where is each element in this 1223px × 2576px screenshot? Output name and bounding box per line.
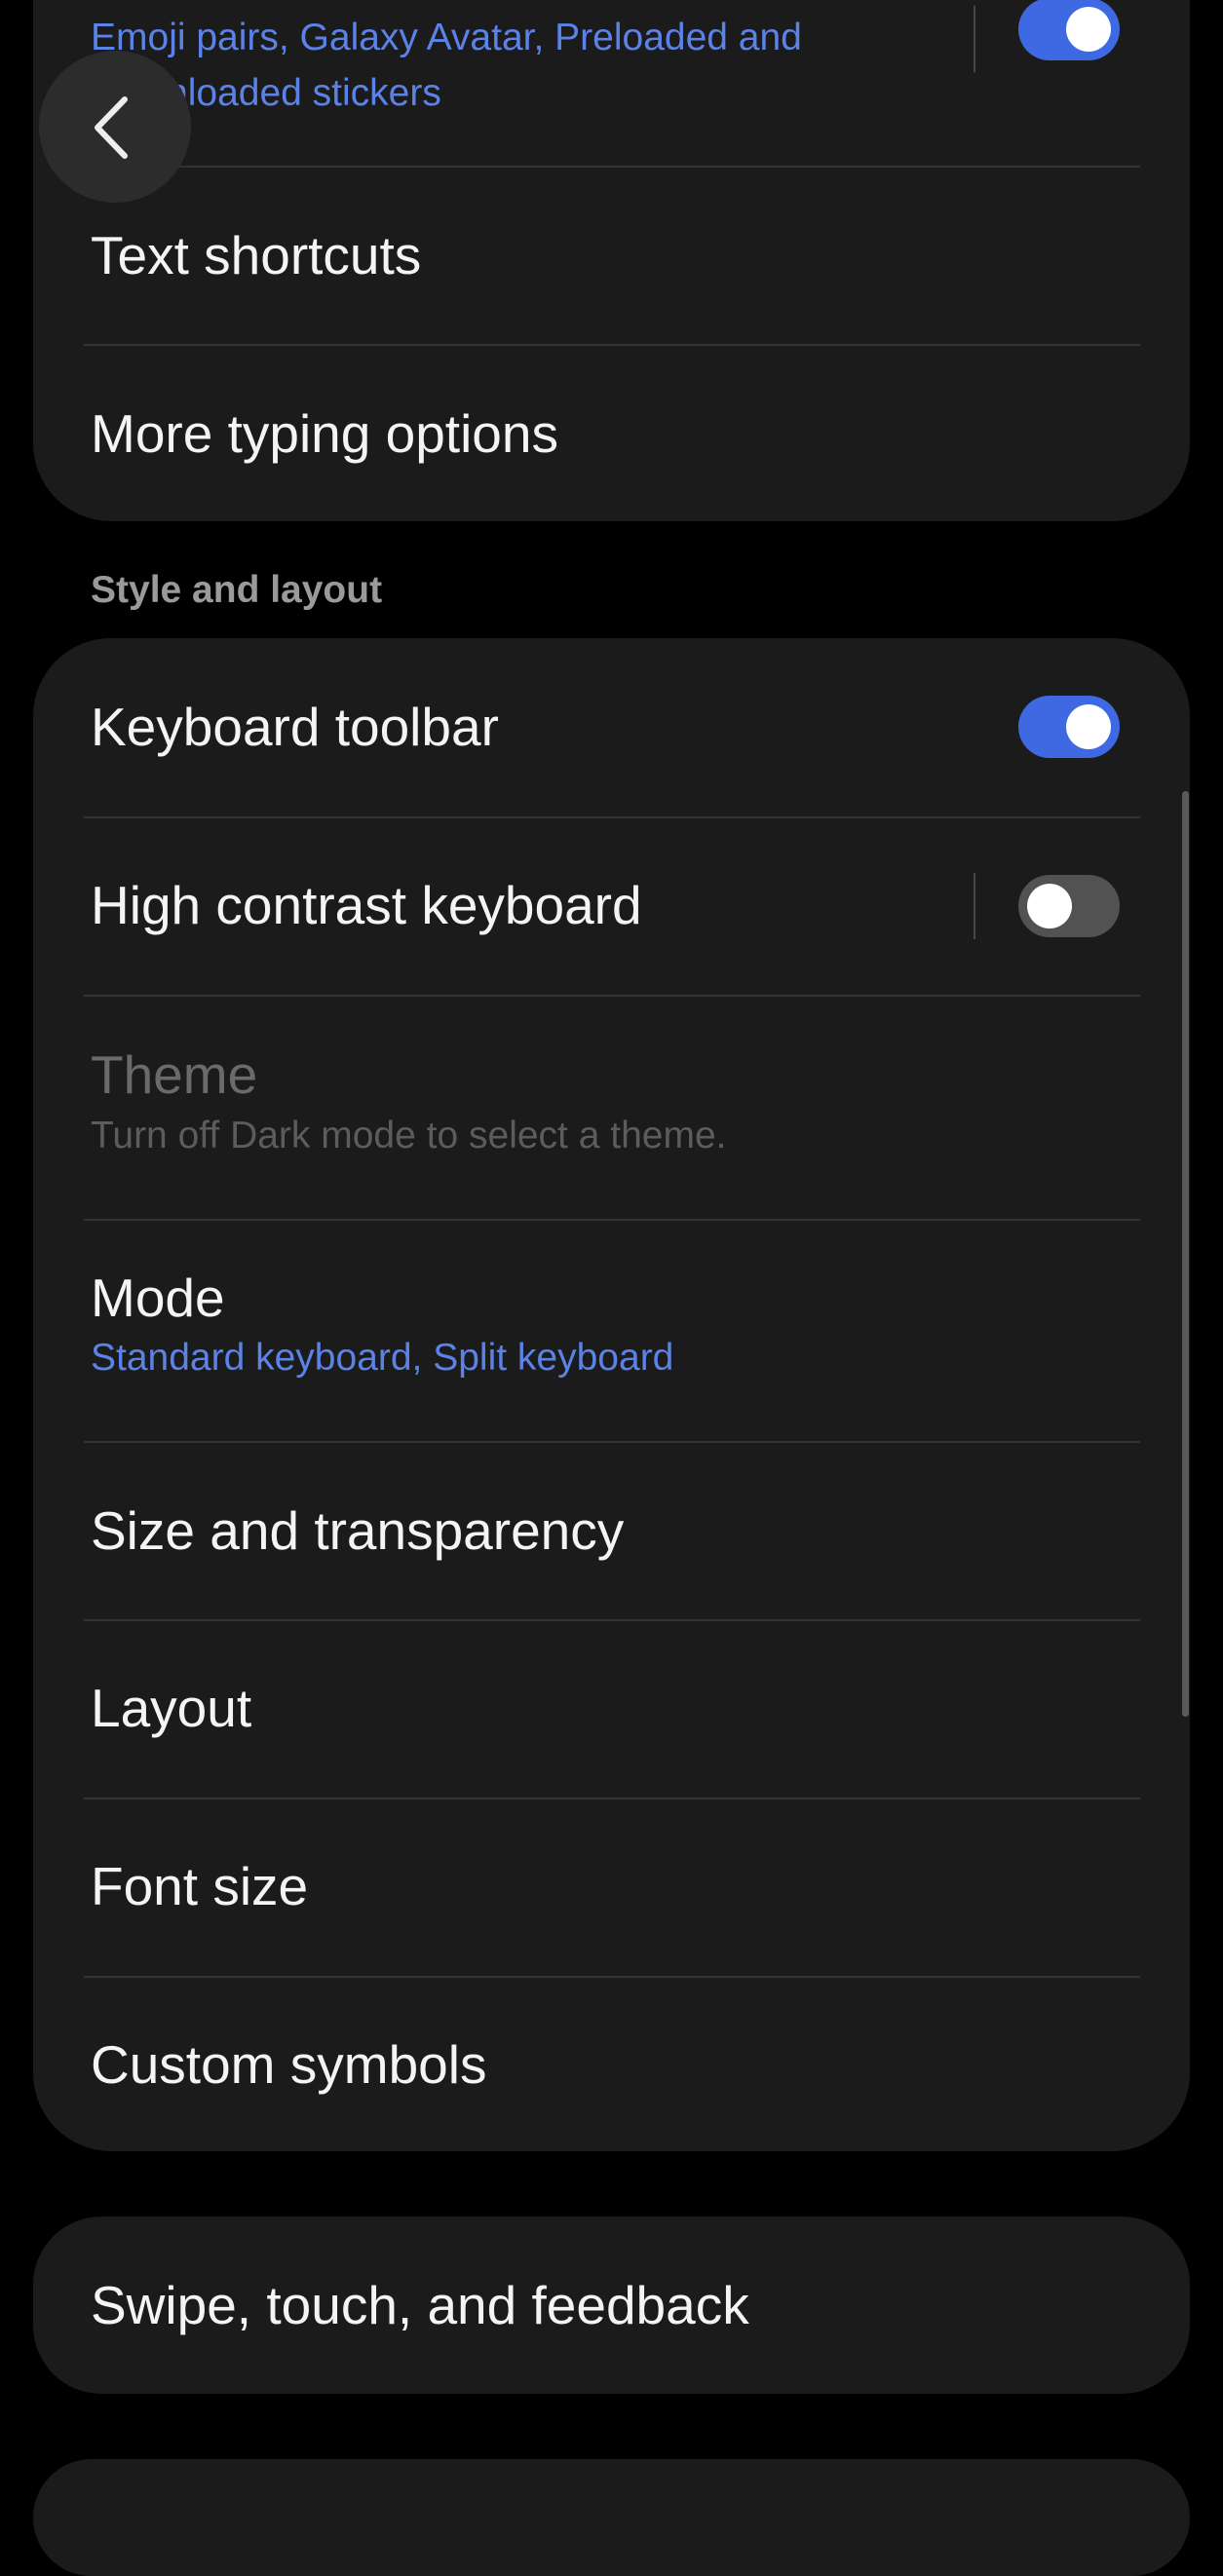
keyboard-toolbar-row[interactable]: Keyboard toolbar bbox=[33, 638, 1190, 816]
theme-subtitle: Turn off Dark mode to select a theme. bbox=[91, 1115, 727, 1156]
text-shortcuts-row[interactable]: Text shortcuts bbox=[33, 168, 1190, 344]
theme-label: Theme bbox=[91, 1044, 258, 1105]
custom-symbols-row[interactable]: Custom symbols bbox=[33, 1978, 1190, 2151]
chevron-left-icon bbox=[95, 96, 128, 159]
suggest-stickers-row[interactable]: Emoji pairs, Galaxy Avatar, Preloaded an… bbox=[33, 0, 1190, 166]
more-typing-options-label: More typing options bbox=[91, 403, 558, 464]
font-size-label: Font size bbox=[91, 1856, 309, 1916]
back-button[interactable] bbox=[39, 51, 191, 203]
typing-settings-card: Emoji pairs, Galaxy Avatar, Preloaded an… bbox=[33, 0, 1190, 521]
high-contrast-keyboard-toggle[interactable] bbox=[1018, 875, 1120, 937]
keyboard-toolbar-toggle[interactable] bbox=[1018, 696, 1120, 758]
mode-row[interactable]: Mode Standard keyboard, Split keyboard bbox=[33, 1221, 1190, 1441]
toggle-knob bbox=[1066, 704, 1111, 749]
toggle-knob bbox=[1066, 7, 1111, 52]
high-contrast-keyboard-row[interactable]: High contrast keyboard bbox=[33, 818, 1190, 995]
suggest-stickers-subtitle-line1: Emoji pairs, Galaxy Avatar, Preloaded an… bbox=[91, 17, 802, 58]
toggle-separator bbox=[974, 6, 975, 72]
high-contrast-keyboard-label: High contrast keyboard bbox=[91, 875, 642, 935]
more-typing-options-row[interactable]: More typing options bbox=[33, 346, 1190, 521]
text-shortcuts-label: Text shortcuts bbox=[91, 225, 422, 285]
toggle-knob bbox=[1027, 884, 1072, 928]
mode-subtitle: Standard keyboard, Split keyboard bbox=[91, 1337, 674, 1379]
size-transparency-row[interactable]: Size and transparency bbox=[33, 1443, 1190, 1619]
layout-row[interactable]: Layout bbox=[33, 1621, 1190, 1798]
keyboard-toolbar-label: Keyboard toolbar bbox=[91, 697, 499, 757]
swipe-touch-feedback-label: Swipe, touch, and feedback bbox=[91, 2275, 749, 2335]
custom-symbols-label: Custom symbols bbox=[91, 2034, 487, 2095]
suggest-stickers-toggle[interactable] bbox=[1018, 0, 1120, 60]
next-card bbox=[33, 2459, 1190, 2576]
font-size-row[interactable]: Font size bbox=[33, 1799, 1190, 1976]
toggle-separator bbox=[974, 873, 975, 939]
scrollbar[interactable] bbox=[1182, 791, 1189, 1717]
theme-row: Theme Turn off Dark mode to select a the… bbox=[33, 997, 1190, 1219]
swipe-touch-feedback-card[interactable]: Swipe, touch, and feedback bbox=[33, 2216, 1190, 2394]
layout-label: Layout bbox=[91, 1678, 252, 1738]
section-header-style-layout: Style and layout bbox=[91, 569, 383, 611]
size-transparency-label: Size and transparency bbox=[91, 1500, 625, 1561]
mode-label: Mode bbox=[91, 1268, 225, 1328]
style-layout-card: Keyboard toolbar High contrast keyboard … bbox=[33, 638, 1190, 2151]
